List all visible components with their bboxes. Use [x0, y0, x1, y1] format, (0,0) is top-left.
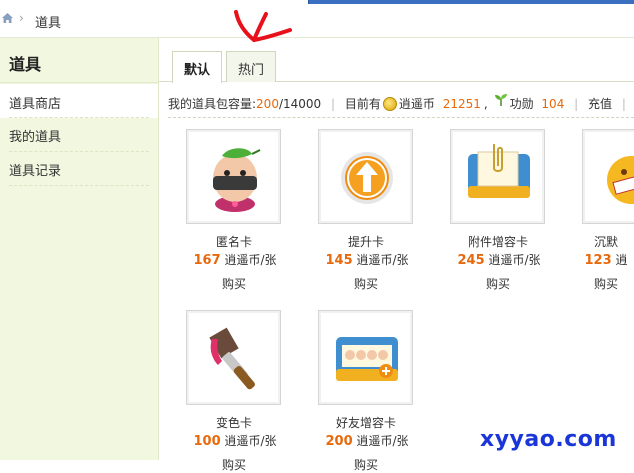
arrow-up-icon: [341, 152, 393, 204]
merit-label: 功勋: [509, 97, 534, 111]
friends-card-icon: [336, 337, 398, 381]
price-value: 100: [193, 434, 221, 449]
item-card-silence: 沉默 123 逍 购买: [556, 129, 634, 299]
status-bar: 我的道具包容量:200/14000 | 目前有 逍遥币 21251, 功勋 104…: [168, 93, 634, 112]
divider: [9, 185, 149, 186]
separator: |: [331, 96, 336, 111]
capacity-label: 我的道具包容量:: [168, 97, 257, 111]
item-image[interactable]: [450, 129, 545, 224]
price-unit: 逍遥币/张: [356, 253, 409, 267]
buy-button[interactable]: 购买: [160, 456, 308, 473]
price-value: 245: [457, 253, 485, 268]
divider: [168, 117, 634, 118]
item-name: 好友增容卡: [335, 416, 396, 430]
item-name: 变色卡: [215, 416, 252, 430]
buy-button[interactable]: 购买: [556, 275, 634, 292]
merit-value: 104: [541, 96, 565, 111]
coin-icon: [382, 96, 397, 111]
sidebar-item-records[interactable]: 道具记录: [0, 151, 158, 185]
tab-default[interactable]: 默认: [172, 51, 222, 83]
sidebar: 道具 道具商店 我的道具 道具记录: [0, 38, 159, 460]
sidebar-title: 道具: [0, 38, 158, 83]
window-edge: [308, 0, 634, 4]
item-price: 200 逍遥币/张: [292, 432, 442, 449]
capacity-total: /14000: [278, 96, 322, 111]
item-price: 123 逍: [556, 251, 634, 268]
buy-button[interactable]: 购买: [424, 275, 572, 292]
price-value: 200: [325, 434, 353, 449]
item-image[interactable]: [582, 129, 634, 224]
item-name: 匿名卡: [215, 235, 252, 249]
item-price: 245 逍遥币/张: [424, 251, 574, 268]
sidebar-item-my-items[interactable]: 我的道具: [0, 117, 158, 151]
item-name: 提升卡: [347, 235, 384, 249]
home-icon[interactable]: [1, 12, 14, 24]
capacity-used: 200: [256, 96, 279, 111]
red-arrow-annotation: [234, 10, 292, 42]
watermark: xyyao.com: [480, 427, 617, 452]
item-price: 167 逍遥币/张: [160, 251, 310, 268]
paintbrush-icon: [209, 327, 255, 390]
item-price: 145 逍遥币/张: [292, 251, 442, 268]
current-label: 目前有: [344, 97, 381, 111]
price-unit: 逍遥币/张: [356, 434, 409, 448]
item-image[interactable]: [186, 310, 281, 405]
breadcrumb-current[interactable]: 道具: [35, 12, 61, 31]
buy-button[interactable]: 购买: [292, 456, 440, 473]
item-name: 沉默: [593, 235, 618, 249]
sprout-icon: [494, 94, 507, 106]
sidebar-item-shop[interactable]: 道具商店: [0, 84, 158, 118]
ninja-icon: [213, 148, 261, 212]
coin-value: 21251: [442, 96, 481, 111]
item-image[interactable]: [318, 310, 413, 405]
recharge-link[interactable]: 充值: [588, 95, 612, 112]
item-image[interactable]: [186, 129, 281, 224]
paperclip-card-icon: [468, 144, 530, 198]
price-unit: 逍遥币/张: [488, 253, 541, 267]
price-value: 167: [193, 253, 221, 268]
price-unit: 逍遥币/张: [224, 434, 277, 448]
price-unit: 逍遥币/张: [224, 253, 277, 267]
tab-popular[interactable]: 热门: [226, 51, 276, 82]
price-unit: 逍: [615, 253, 628, 267]
separator: |: [621, 96, 626, 111]
buy-button[interactable]: 购买: [160, 275, 308, 292]
silenced-face-icon: [607, 156, 634, 204]
separator: |: [574, 96, 579, 111]
item-price: 100 逍遥币/张: [160, 432, 310, 449]
chevron-right-icon: ›: [19, 11, 24, 25]
item-image[interactable]: [318, 129, 413, 224]
price-value: 145: [325, 253, 353, 268]
buy-button[interactable]: 购买: [292, 275, 440, 292]
comma: ,: [483, 96, 488, 111]
price-value: 123: [584, 253, 612, 268]
coin-label: 逍遥币: [398, 97, 435, 111]
breadcrumb: › 道具: [0, 0, 634, 38]
item-name: 附件增容卡: [467, 235, 528, 249]
